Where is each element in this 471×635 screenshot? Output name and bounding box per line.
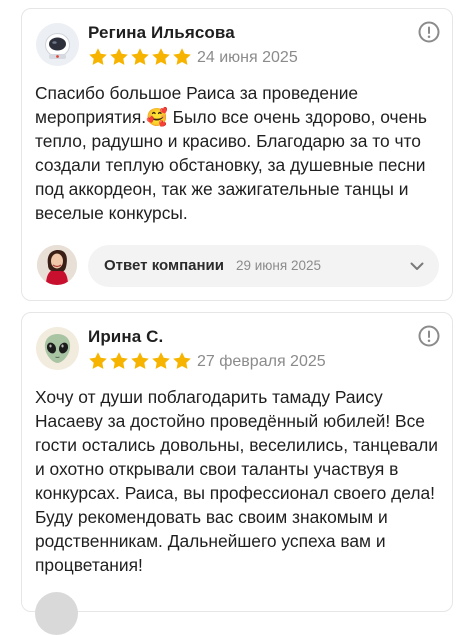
review-author[interactable]: Регина Ильясова: [88, 23, 235, 43]
astronaut-avatar-icon[interactable]: [36, 23, 79, 66]
star-icon: [89, 352, 107, 369]
alien-avatar-icon[interactable]: [36, 327, 79, 370]
star-icon: [89, 48, 107, 65]
company-reply-toggle[interactable]: Ответ компании 29 июня 2025: [88, 245, 439, 287]
star-rating: [88, 47, 192, 69]
star-icon: [110, 352, 128, 369]
review-text: Спасибо большое Раиса за проведение меро…: [35, 83, 427, 223]
review-card: Регина Ильясова 24 июня 2025 Спасибо бол…: [21, 8, 453, 301]
star-icon: [131, 48, 149, 65]
review-date: 27 февраля 2025: [197, 353, 326, 370]
chevron-down-icon: [410, 262, 424, 270]
star-icon: [173, 352, 191, 369]
next-review-avatar: [35, 592, 78, 635]
star-icon: [173, 48, 191, 65]
company-avatar-icon: [37, 245, 77, 285]
company-reply-label: Ответ компании: [104, 257, 224, 274]
star-icon: [110, 48, 128, 65]
star-rating: [88, 351, 192, 373]
company-reply-date: 29 июня 2025: [236, 258, 321, 273]
review-card: Ирина С. 27 февраля 2025 Хочу от души по…: [21, 312, 453, 612]
review-author[interactable]: Ирина С.: [88, 327, 163, 347]
star-icon: [152, 352, 170, 369]
review-date: 24 июня 2025: [197, 49, 298, 66]
exclamation-circle-icon[interactable]: [418, 325, 440, 347]
exclamation-circle-icon[interactable]: [418, 21, 440, 43]
review-text: Хочу от души поблагодарить тамаду Раису …: [35, 387, 438, 575]
star-icon: [131, 352, 149, 369]
star-icon: [152, 48, 170, 65]
